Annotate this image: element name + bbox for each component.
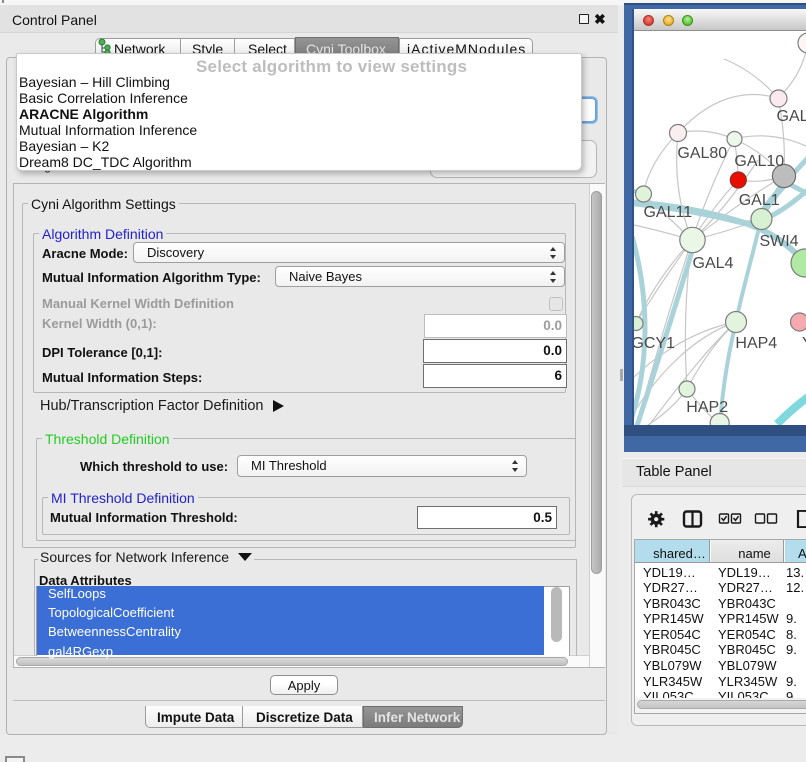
svg-text:GAL1: GAL1	[739, 192, 780, 209]
svg-text:GAL4: GAL4	[693, 255, 734, 272]
svg-text:GCY1: GCY1	[634, 335, 675, 352]
svg-text:YM: YM	[802, 335, 806, 352]
svg-text:HAP2: HAP2	[686, 399, 728, 416]
svg-text:GAL10: GAL10	[734, 153, 784, 170]
svg-text:GAL2: GAL2	[777, 108, 806, 125]
svg-text:GAL80: GAL80	[677, 145, 727, 162]
svg-text:GAL11: GAL11	[643, 204, 692, 221]
svg-text:SWI4: SWI4	[759, 233, 798, 250]
svg-text:HAP4: HAP4	[735, 335, 777, 352]
